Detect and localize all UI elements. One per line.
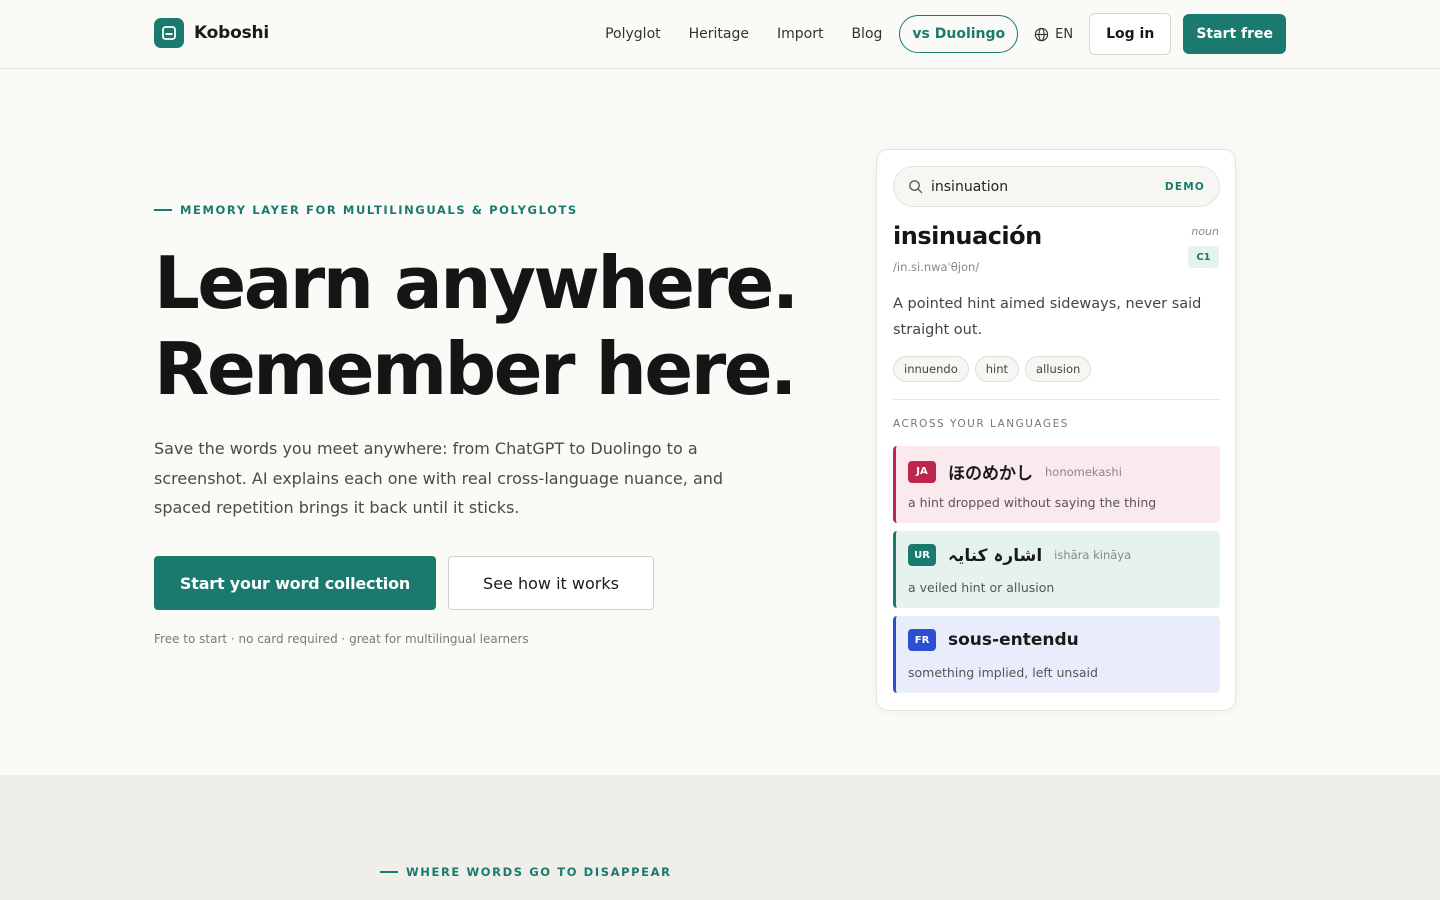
headline-line-1: Learn anywhere. [154,241,799,325]
translation-word: اشارہ کنایہ [948,545,1043,566]
translation-gloss: a veiled hint or allusion [908,580,1055,595]
language-card-ur: UR اشارہ کنایہ ishāra kināya a veiled hi… [893,531,1220,608]
nav-compare-duolingo[interactable]: vs Duolingo [899,15,1019,53]
start-free-button[interactable]: Start free [1183,14,1286,54]
headline-line-2: Remember here. [154,327,797,411]
synonym-tags: innuendo hint allusion [893,356,1092,382]
language-code-badge: JA [908,460,936,483]
pronunciation: /in.si.nwaˈθjon/ [893,260,980,274]
hero-description: Save the words you meet anywhere: from C… [154,439,724,517]
see-how-it-works-button[interactable]: See how it works [448,556,654,610]
cefr-level-badge: C1 [1188,246,1219,268]
card-divider [893,399,1220,400]
language-card-header: UR اشارہ کنایہ ishāra kināya [908,544,1131,566]
language-card-ja: JA ほのめかし honomekashi a hint dropped with… [893,446,1220,523]
language-card-fr: FR sous-entendu something implied, left … [893,616,1220,693]
translation-word: ほのめかし [948,464,1033,484]
demo-badge: DEMO [1164,180,1205,193]
language-card-header: FR sous-entendu [908,629,1079,651]
start-collection-button[interactable]: Start your word collection [154,556,436,610]
entry-definition: A pointed hint aimed sideways, never sai… [893,296,1202,338]
across-languages-label: ACROSS YOUR LANGUAGES [893,418,1069,430]
language-code-badge: FR [908,629,936,651]
section-eyebrow-text: WHERE WORDS GO TO DISAPPEAR [406,865,672,879]
demo-search-query: insinuation [931,178,1009,195]
nav-link-heritage[interactable]: Heritage [689,26,749,42]
synonym-tag[interactable]: hint [974,356,1020,382]
language-switcher[interactable]: EN [1034,27,1073,42]
hero-headline: Learn anywhere. Remember here. [154,240,854,412]
translation-gloss: something implied, left unsaid [908,665,1098,680]
synonym-tag[interactable]: innuendo [893,356,969,382]
translation-word: sous-entendu [948,630,1079,650]
brand[interactable]: Koboshi [154,18,269,48]
globe-icon [1035,27,1049,41]
nav-link-blog[interactable]: Blog [851,26,882,42]
section-eyebrow: WHERE WORDS GO TO DISAPPEAR [380,865,672,879]
entry-word: insinuación [893,222,1042,250]
romanization: ishāra kināya [1054,548,1132,562]
eyebrow-dash [380,871,398,873]
brand-name: Koboshi [194,23,270,43]
demo-card: insinuation DEMO insinuación noun C1 /in… [876,149,1236,711]
eyebrow-dash [154,209,172,211]
main-nav: Polyglot Heritage Import Blog vs Duoling… [605,13,1286,55]
site-header: Koboshi Polyglot Heritage Import Blog vs… [0,0,1440,69]
romanization: honomekashi [1045,464,1122,479]
hero-eyebrow: MEMORY LAYER FOR MULTILINGUALS & POLYGLO… [154,203,578,217]
hero-fineprint: Free to start · no card required · great… [154,632,529,646]
language-code: EN [1055,26,1074,42]
synonym-tag[interactable]: allusion [1025,356,1092,382]
disappear-section: WHERE WORDS GO TO DISAPPEAR [0,775,1440,900]
translation-gloss: a hint dropped without saying the thing [908,495,1157,510]
language-card-header: JA ほのめかし honomekashi [908,459,1122,484]
nav-link-polyglot[interactable]: Polyglot [605,26,661,42]
demo-search-bar[interactable]: insinuation DEMO [893,166,1220,207]
logo-icon [154,18,184,48]
nav-link-import[interactable]: Import [777,26,823,42]
language-code-badge: UR [908,544,936,566]
part-of-speech: noun [1191,225,1219,238]
search-icon [909,180,923,194]
hero-eyebrow-text: MEMORY LAYER FOR MULTILINGUALS & POLYGLO… [180,203,578,217]
login-button[interactable]: Log in [1089,13,1172,55]
